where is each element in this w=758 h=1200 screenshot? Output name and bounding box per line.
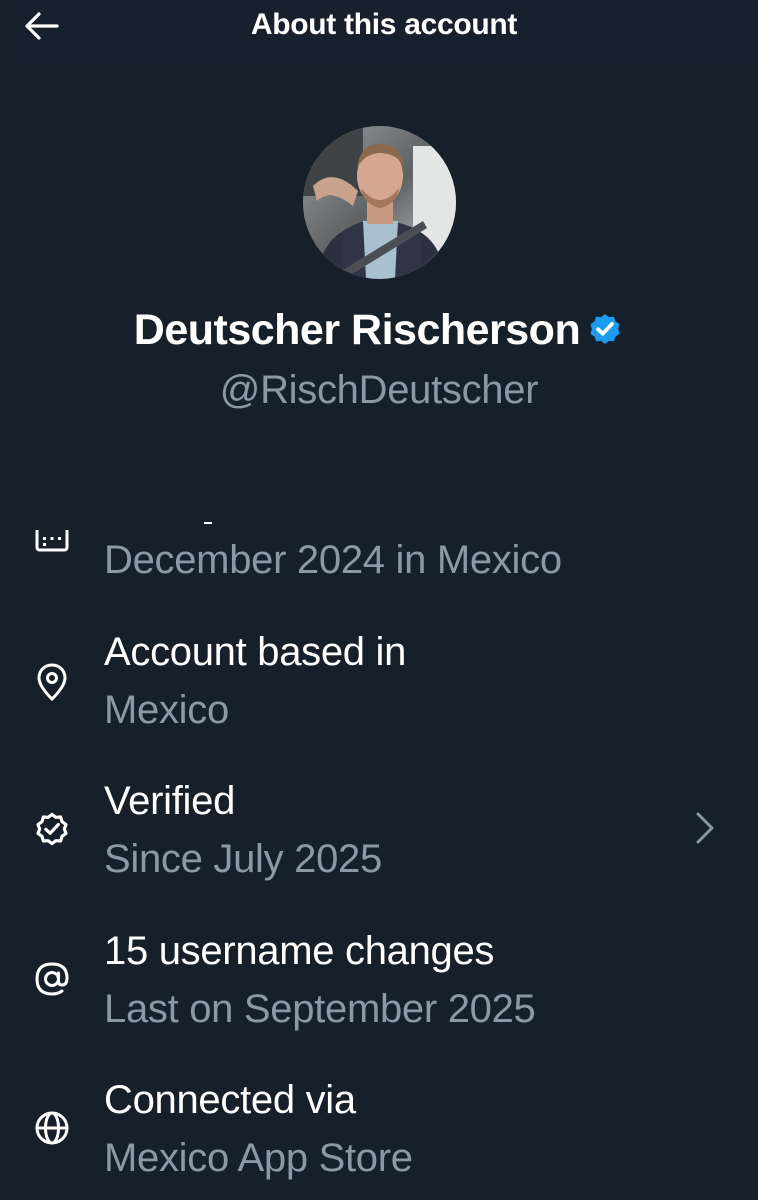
location-value: Mexico	[104, 688, 229, 732]
top-bar: About this account	[10, 0, 758, 68]
verified-seal-icon	[30, 807, 74, 851]
verified-badge-icon[interactable]	[586, 310, 624, 348]
verified-title: Verified	[104, 779, 236, 823]
joined-date: December 2024 in Mexico	[104, 538, 562, 582]
username-changes-last: Last on September 2025	[104, 987, 536, 1031]
cropped-text-fragment	[204, 522, 212, 524]
display-name: Deutscher Rischerson	[133, 306, 581, 354]
connected-value: Mexico App Store	[104, 1136, 413, 1180]
connected-title: Connected via	[104, 1078, 356, 1122]
profile-handle: @RischDeutscher	[219, 368, 539, 412]
calendar-icon	[30, 520, 74, 564]
chevron-right-icon[interactable]	[690, 808, 720, 848]
username-changes-title: 15 username changes	[104, 929, 495, 973]
location-pin-icon	[30, 660, 74, 704]
location-title: Account based in	[104, 630, 407, 674]
verified-since: Since July 2025	[104, 837, 382, 881]
avatar[interactable]	[303, 126, 456, 279]
page-title: About this account	[250, 8, 518, 41]
at-sign-icon	[30, 957, 74, 1001]
profile-name-row: Deutscher Rischerson	[0, 306, 758, 355]
globe-icon	[30, 1106, 74, 1150]
